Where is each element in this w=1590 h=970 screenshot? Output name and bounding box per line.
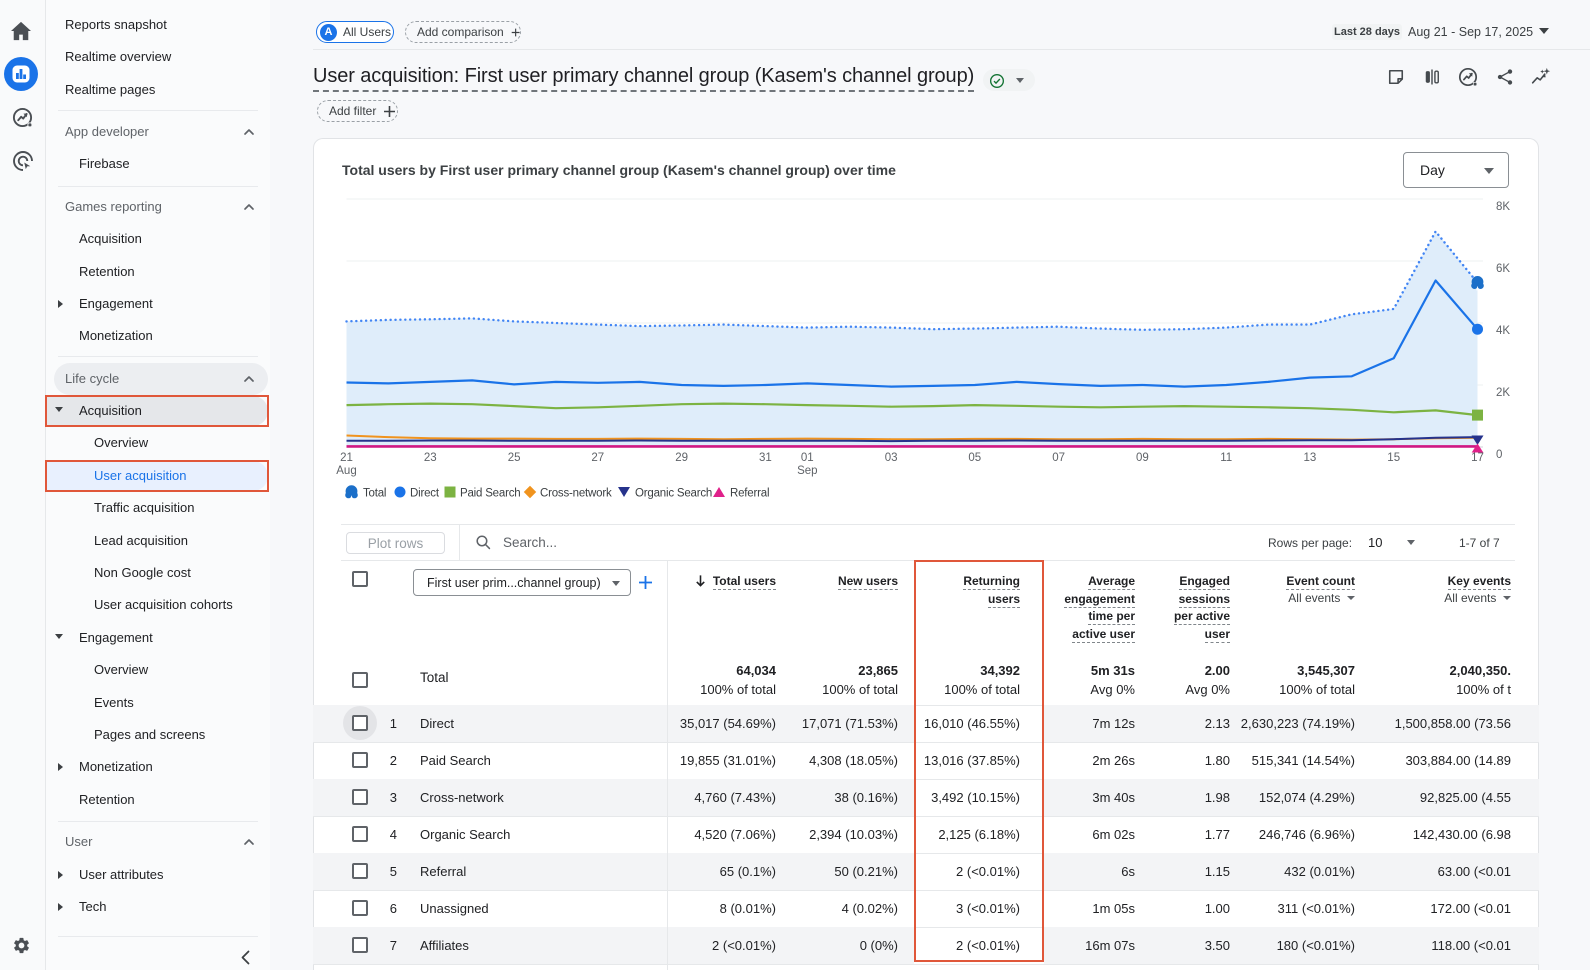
- svg-text:23: 23: [424, 452, 437, 464]
- svg-text:Referral: Referral: [730, 488, 769, 500]
- svg-text:6K: 6K: [1496, 263, 1510, 275]
- svg-text:2K: 2K: [1496, 387, 1510, 399]
- svg-text:4K: 4K: [1496, 325, 1510, 337]
- svg-text:Organic Search: Organic Search: [635, 488, 712, 500]
- svg-text:21: 21: [340, 452, 353, 464]
- svg-text:29: 29: [675, 452, 688, 464]
- svg-text:03: 03: [885, 452, 898, 464]
- svg-text:31: 31: [759, 452, 772, 464]
- svg-text:8K: 8K: [1496, 201, 1510, 213]
- svg-text:27: 27: [591, 452, 604, 464]
- svg-text:Paid Search: Paid Search: [460, 488, 520, 500]
- svg-text:Aug: Aug: [336, 465, 356, 477]
- svg-text:05: 05: [968, 452, 981, 464]
- svg-text:0: 0: [1496, 449, 1502, 461]
- svg-text:11: 11: [1220, 452, 1232, 464]
- svg-text:01: 01: [801, 452, 814, 464]
- svg-text:25: 25: [508, 452, 521, 464]
- svg-text:Direct: Direct: [410, 488, 440, 500]
- svg-text:Sep: Sep: [797, 465, 817, 477]
- svg-text:15: 15: [1387, 452, 1400, 464]
- svg-text:Total: Total: [363, 488, 386, 500]
- svg-text:17: 17: [1471, 452, 1484, 464]
- svg-text:13: 13: [1304, 452, 1317, 464]
- svg-text:09: 09: [1136, 452, 1149, 464]
- svg-text:07: 07: [1052, 452, 1065, 464]
- svg-text:Cross-network: Cross-network: [540, 488, 612, 500]
